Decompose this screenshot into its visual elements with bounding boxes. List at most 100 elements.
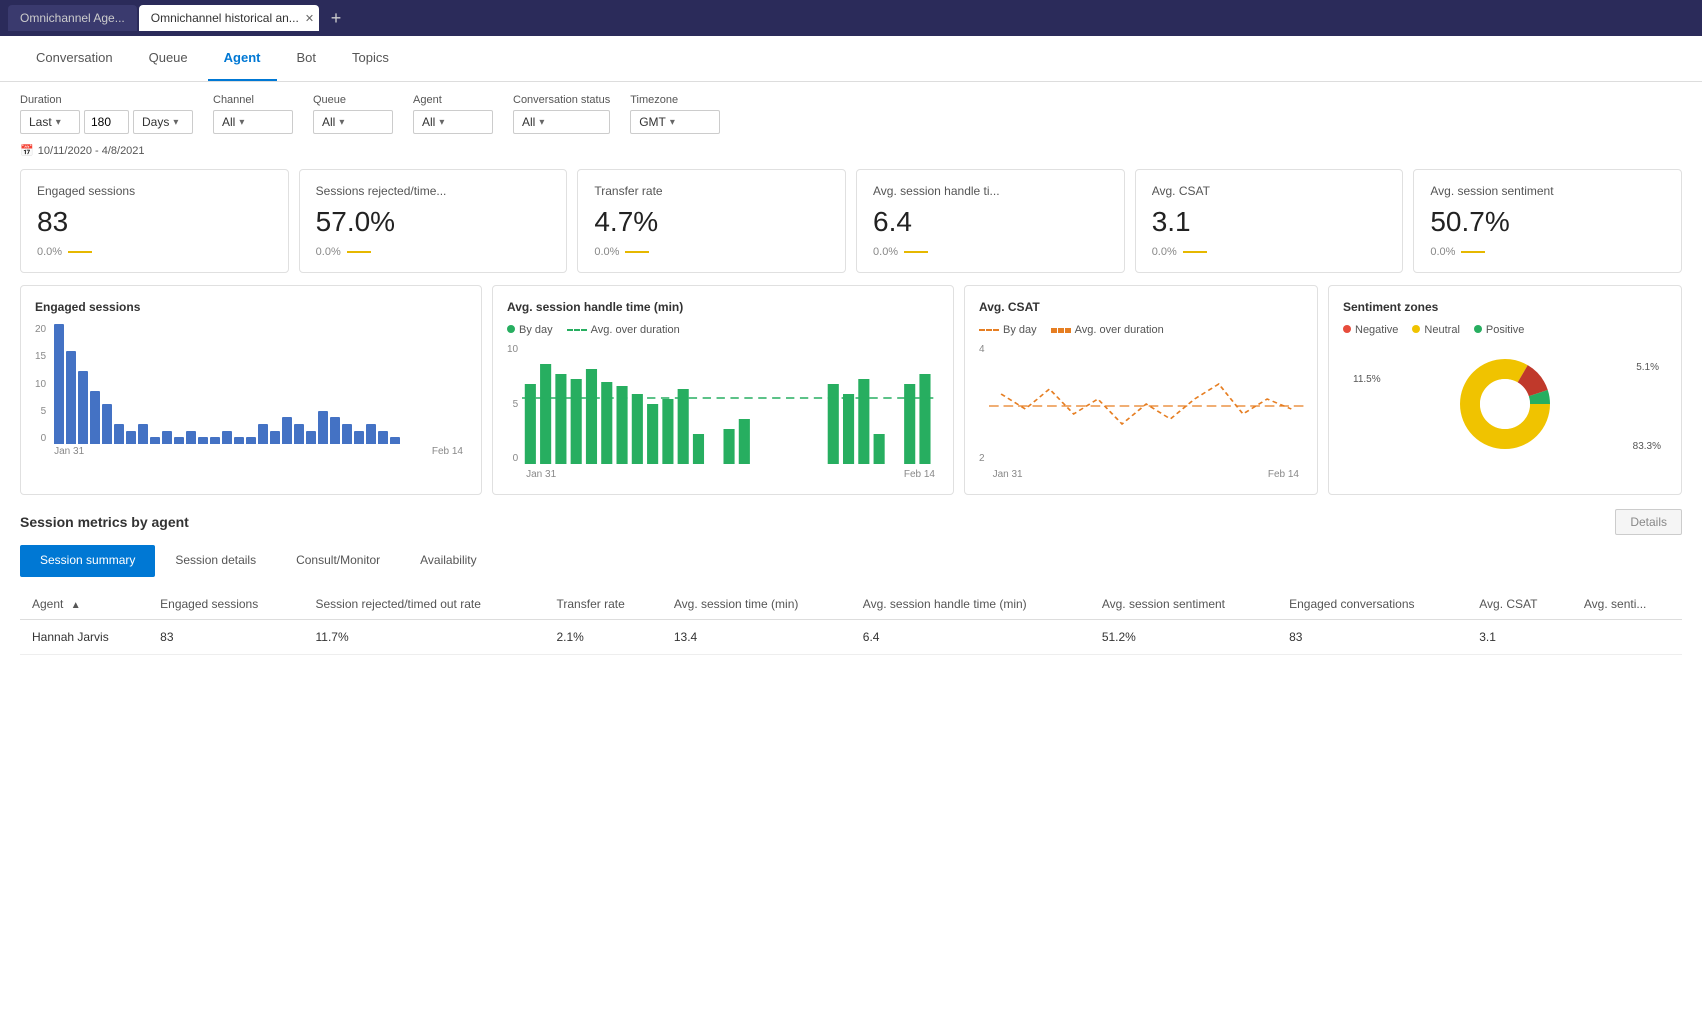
- chart-title-handle: Avg. session handle time (min): [507, 300, 939, 314]
- metric-footer-0: 0.0%: [37, 246, 272, 258]
- cell-avg-handle-time: 6.4: [851, 620, 1090, 655]
- col-agent[interactable]: Agent ▲: [20, 589, 148, 620]
- nav-tabs: Conversation Queue Agent Bot Topics: [0, 36, 1702, 82]
- metric-footer-5: 0.0%: [1430, 246, 1665, 258]
- cell-engaged-conv: 83: [1277, 620, 1467, 655]
- chevron-down-icon: ▾: [339, 117, 344, 128]
- agent-filter: Agent All ▾: [413, 94, 493, 134]
- cell-avg-senti: [1572, 620, 1682, 655]
- metric-card-2: Transfer rate 4.7% 0.0%: [577, 169, 846, 273]
- col-avg-session-time[interactable]: Avg. session time (min): [662, 589, 851, 620]
- sub-tab-consult-monitor[interactable]: Consult/Monitor: [276, 545, 400, 577]
- duration-preset-select[interactable]: Last ▾: [20, 110, 80, 134]
- sub-tab-availability[interactable]: Availability: [400, 545, 496, 577]
- bar-chart-engaged: [50, 324, 467, 444]
- metric-title-1: Sessions rejected/time...: [316, 184, 551, 198]
- avg-csat-chart: Avg. CSAT By day Avg. over duration 4 2: [964, 285, 1318, 495]
- metric-title-0: Engaged sessions: [37, 184, 272, 198]
- metric-footer-4: 0.0%: [1152, 246, 1387, 258]
- chart-title-sentiment: Sentiment zones: [1343, 300, 1667, 314]
- metric-footer-3: 0.0%: [873, 246, 1108, 258]
- bar: [234, 437, 244, 444]
- nav-tab-bot[interactable]: Bot: [281, 36, 333, 81]
- metric-title-4: Avg. CSAT: [1152, 184, 1387, 198]
- duration-unit-select[interactable]: Days ▾: [133, 110, 193, 134]
- metric-card-3: Avg. session handle ti... 6.4 0.0%: [856, 169, 1125, 273]
- bar: [66, 351, 76, 444]
- bar: [186, 431, 196, 444]
- chevron-down-icon: ▾: [173, 117, 178, 128]
- donut-chart: [1450, 349, 1560, 459]
- nav-tab-topics[interactable]: Topics: [336, 36, 405, 81]
- col-transfer-rate[interactable]: Transfer rate: [545, 589, 662, 620]
- date-range: 📅 10/11/2020 - 4/8/2021: [0, 138, 1702, 157]
- sub-tabs: Session summary Session details Consult/…: [20, 545, 1682, 577]
- bar: [390, 437, 400, 444]
- channel-filter: Channel All ▾: [213, 94, 293, 134]
- bar: [210, 437, 220, 444]
- cell-avg-csat: 3.1: [1467, 620, 1572, 655]
- col-avg-csat[interactable]: Avg. CSAT: [1467, 589, 1572, 620]
- col-session-rejected[interactable]: Session rejected/timed out rate: [303, 589, 544, 620]
- sub-tab-session-summary[interactable]: Session summary: [20, 545, 155, 577]
- bar: [162, 431, 172, 444]
- calendar-icon: 📅: [20, 144, 34, 157]
- col-avg-sentiment[interactable]: Avg. session sentiment: [1090, 589, 1277, 620]
- metric-value-3: 6.4: [873, 206, 1108, 238]
- timezone-filter: Timezone GMT ▾: [630, 94, 720, 134]
- add-tab-button[interactable]: +: [325, 6, 348, 31]
- bar: [126, 431, 136, 444]
- duration-value-input[interactable]: [84, 110, 129, 134]
- col-engaged-conv[interactable]: Engaged conversations: [1277, 589, 1467, 620]
- nav-tab-conversation[interactable]: Conversation: [20, 36, 129, 81]
- details-button[interactable]: Details: [1615, 509, 1682, 535]
- chevron-down-icon: ▾: [56, 117, 61, 128]
- cell-agent: Hannah Jarvis: [20, 620, 148, 655]
- bar: [270, 431, 280, 444]
- col-avg-handle-time[interactable]: Avg. session handle time (min): [851, 589, 1090, 620]
- session-metrics-section: Session metrics by agent Details Session…: [0, 509, 1702, 675]
- session-metrics-table: Agent ▲ Engaged sessions Session rejecte…: [20, 589, 1682, 655]
- agent-select[interactable]: All ▾: [413, 110, 493, 134]
- bar: [138, 424, 148, 444]
- bar: [114, 424, 124, 444]
- browser-tab-2-label: Omnichannel historical an...: [151, 11, 299, 25]
- sub-tab-session-details[interactable]: Session details: [155, 545, 276, 577]
- bar: [222, 431, 232, 444]
- chart-legend-handle: By day Avg. over duration: [507, 324, 939, 336]
- queue-select[interactable]: All ▾: [313, 110, 393, 134]
- chart-legend-csat: By day Avg. over duration: [979, 324, 1303, 336]
- conversation-status-filter: Conversation status All ▾: [513, 94, 610, 134]
- browser-tab-2[interactable]: Omnichannel historical an... ✕: [139, 5, 319, 31]
- nav-tab-agent[interactable]: Agent: [208, 36, 277, 81]
- cell-engaged-sessions: 83: [148, 620, 303, 655]
- queue-filter: Queue All ▾: [313, 94, 393, 134]
- chart-title-csat: Avg. CSAT: [979, 300, 1303, 314]
- nav-tab-queue[interactable]: Queue: [133, 36, 204, 81]
- close-tab-icon[interactable]: ✕: [305, 12, 314, 25]
- date-range-text: 10/11/2020 - 4/8/2021: [38, 145, 145, 157]
- bar: [294, 424, 304, 444]
- bar: [54, 324, 64, 444]
- metric-title-2: Transfer rate: [594, 184, 829, 198]
- browser-tab-1[interactable]: Omnichannel Age...: [8, 5, 137, 31]
- y-axis-labels: 20 15 10 5 0: [35, 324, 50, 444]
- conversation-status-select[interactable]: All ▾: [513, 110, 610, 134]
- timezone-select[interactable]: GMT ▾: [630, 110, 720, 134]
- metric-title-5: Avg. session sentiment: [1430, 184, 1665, 198]
- bar: [306, 431, 316, 444]
- bar: [318, 411, 328, 444]
- metric-card-5: Avg. session sentiment 50.7% 0.0%: [1413, 169, 1682, 273]
- metric-value-4: 3.1: [1152, 206, 1387, 238]
- col-avg-senti[interactable]: Avg. senti...: [1572, 589, 1682, 620]
- main-content: Conversation Queue Agent Bot Topics Dura…: [0, 36, 1702, 1030]
- queue-label: Queue: [313, 94, 393, 106]
- cell-avg-session-time: 13.4: [662, 620, 851, 655]
- channel-select[interactable]: All ▾: [213, 110, 293, 134]
- metric-card-1: Sessions rejected/time... 57.0% 0.0%: [299, 169, 568, 273]
- bar: [366, 424, 376, 444]
- sentiment-zones-chart: Sentiment zones Negative Neutral Positiv…: [1328, 285, 1682, 495]
- col-engaged-sessions[interactable]: Engaged sessions: [148, 589, 303, 620]
- agent-label: Agent: [413, 94, 493, 106]
- bar: [330, 417, 340, 444]
